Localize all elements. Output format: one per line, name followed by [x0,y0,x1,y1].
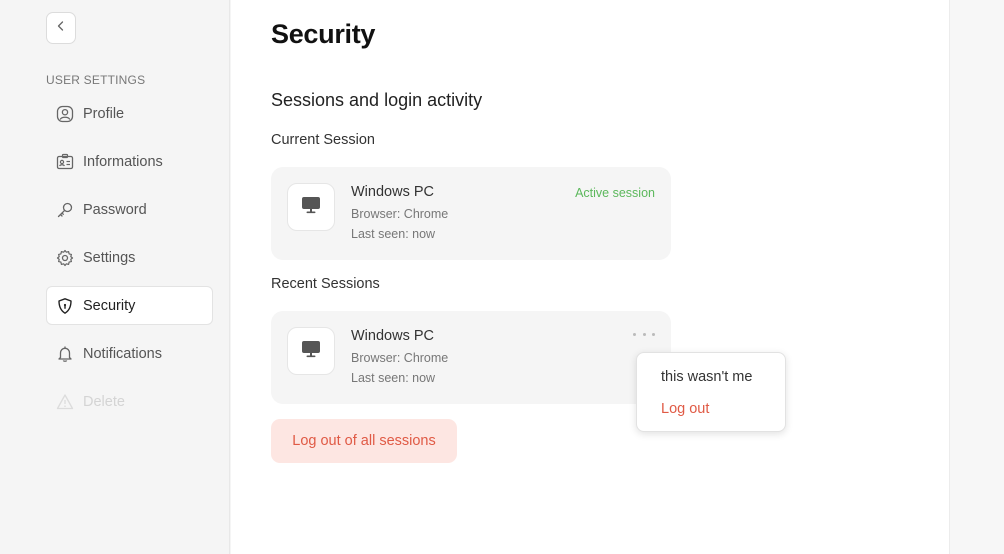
right-gutter [949,0,1004,554]
session-options-menu: this wasn't me Log out [636,352,786,432]
browser-info: Browser: Chrome [351,351,449,365]
user-circle-icon [55,104,75,124]
page-title: Security [271,19,376,49]
sidebar-item-label: Profile [83,105,125,122]
warning-icon [55,392,75,412]
sidebar-item-delete: Delete [46,382,213,421]
sidebar-item-label: Security [83,297,136,314]
browser-info: Browser: Chrome [351,207,449,221]
key-icon [55,200,75,220]
active-session-badge: Active session [575,186,655,200]
main-content: Security Sessions and login activity Cur… [231,0,949,554]
sessions-heading: Sessions and login activity [271,90,483,110]
sidebar-item-notifications[interactable]: Notifications [46,334,213,373]
sidebar-item-password[interactable]: Password [46,190,213,229]
id-card-icon [55,152,75,172]
log-out-all-button[interactable]: Log out of all sessions [271,419,457,463]
menu-item-not-me[interactable]: this wasn't me [661,369,752,385]
last-seen: Last seen: now [351,371,436,385]
device-icon-box [287,327,335,375]
sidebar-item-label: Settings [83,249,136,266]
sidebar-item-security[interactable]: Security [46,286,213,325]
sidebar: USER SETTINGS Profile Informations Passw… [0,0,230,554]
device-name: Windows PC [351,328,434,344]
menu-item-log-out[interactable]: Log out [661,401,709,417]
sidebar-item-settings[interactable]: Settings [46,238,213,277]
sidebar-item-informations[interactable]: Informations [46,142,213,181]
device-name: Windows PC [351,184,434,200]
current-session-card: Windows PC Browser: Chrome Last seen: no… [271,167,671,260]
sidebar-item-label: Delete [83,393,125,410]
sidebar-item-label: Password [83,201,147,218]
sidebar-item-label: Notifications [83,345,162,362]
sidebar-item-profile[interactable]: Profile [46,94,213,133]
chevron-left-icon [55,19,67,37]
sidebar-nav: Profile Informations Password Settings S… [46,94,213,430]
shield-icon [55,296,75,316]
section-label: USER SETTINGS [46,73,146,87]
device-icon-box [287,183,335,231]
sidebar-item-label: Informations [83,153,163,170]
ellipsis-icon [633,332,655,336]
recent-session-card: Windows PC Browser: Chrome Last seen: no… [271,311,671,404]
monitor-icon [300,195,322,220]
last-seen: Last seen: now [351,227,436,241]
back-button[interactable] [46,12,76,44]
bell-icon [55,344,75,364]
gear-icon [55,248,75,268]
monitor-icon [300,339,322,364]
more-options-button[interactable] [633,327,655,341]
recent-sessions-heading: Recent Sessions [271,276,380,292]
current-session-heading: Current Session [271,132,375,148]
